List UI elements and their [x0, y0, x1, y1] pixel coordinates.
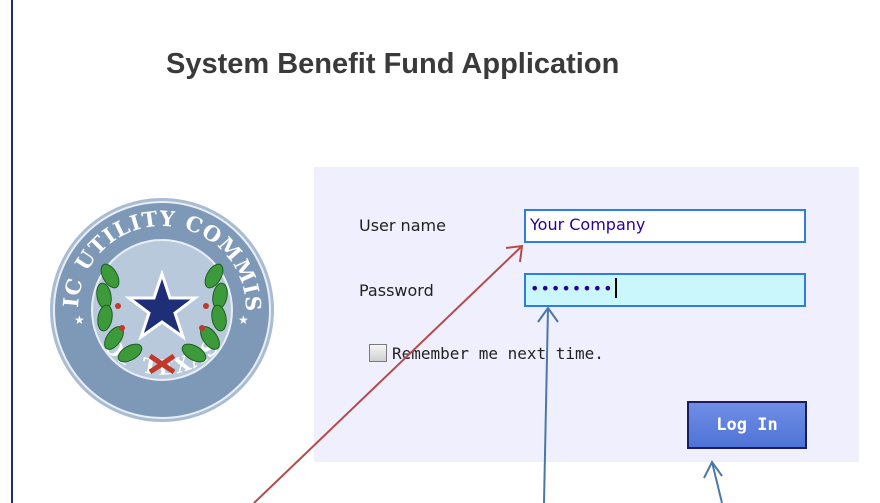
- remember-me-label[interactable]: Remember me next time.: [392, 344, 604, 363]
- password-label: Password: [359, 281, 434, 300]
- puc-texas-seal: PUBLIC UTILITY COMMISSION OF TEXAS ★ ★: [48, 196, 274, 422]
- svg-text:★: ★: [238, 313, 249, 327]
- svg-text:★: ★: [74, 313, 85, 327]
- blue-annotation-arrow-login: [703, 460, 723, 503]
- password-input[interactable]: ••••••••: [524, 273, 806, 307]
- login-button[interactable]: Log In: [687, 401, 807, 449]
- left-border-rule: [11, 0, 13, 503]
- username-input[interactable]: Your Company: [524, 209, 806, 243]
- password-value: ••••••••: [530, 279, 614, 298]
- username-value: Your Company: [530, 215, 646, 234]
- remember-me-checkbox[interactable]: [369, 344, 387, 362]
- text-caret: [614, 278, 617, 298]
- page-title: System Benefit Fund Application: [166, 48, 620, 80]
- username-label: User name: [359, 216, 446, 235]
